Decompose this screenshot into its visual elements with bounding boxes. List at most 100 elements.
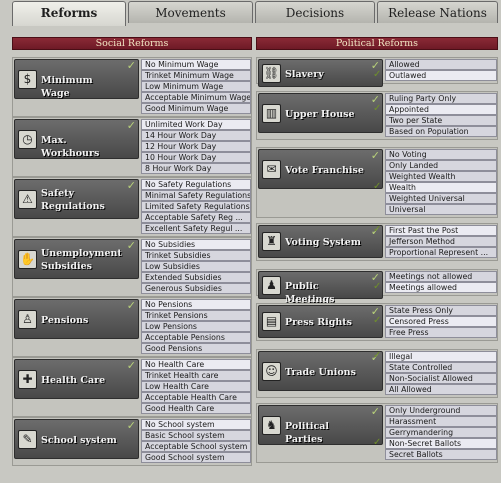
political-press-rights-option[interactable]: State Press Only (385, 305, 497, 316)
social-reforms-header: Social Reforms (12, 37, 252, 50)
political-trade-unions-option[interactable]: State Controlled (385, 362, 497, 373)
option-label: No Health Care (145, 360, 205, 369)
social-school-system-option[interactable]: Basic School system (141, 430, 251, 441)
political-upper-house-option[interactable]: Ruling Party Only (385, 93, 497, 104)
political-political-parties-option[interactable]: Harassment (385, 416, 497, 427)
social-safety-regulations-option[interactable]: Acceptable Safety Reg ... (141, 212, 251, 223)
social-minimum-wage-option[interactable]: Good Minimum Wage (141, 103, 251, 114)
social-health-care-option[interactable]: Good Health Care (141, 403, 251, 414)
social-max-workhours-option[interactable]: 10 Hour Work Day (141, 152, 251, 163)
political-voting-system-issue[interactable]: ♜ Voting System ✓ (258, 225, 383, 258)
tab-release-nations[interactable]: Release Nations (377, 1, 498, 23)
social-pensions-option[interactable]: Low Pensions (141, 321, 251, 332)
checkmark-icon: ✓ (370, 405, 380, 418)
political-trade-unions-option[interactable]: Illegal ✓ (373, 351, 497, 362)
political-upper-house-option[interactable]: Appointed ✓ (373, 104, 497, 115)
political-vote-franchise-option[interactable]: Universal (385, 204, 497, 215)
political-vote-franchise-issue[interactable]: ✉ Vote Franchise ✓ (258, 149, 383, 189)
social-health-care-issue[interactable]: ✚ Health Care ✓ (14, 359, 139, 399)
social-pensions-option[interactable]: Acceptable Pensions (141, 332, 251, 343)
political-vote-franchise-option[interactable]: Only Landed (385, 160, 497, 171)
option-label: 14 Hour Work Day (145, 131, 217, 140)
political-trade-unions-option[interactable]: All Allowed (385, 384, 497, 395)
social-unemployment-subsidies-option[interactable]: Trinket Subsidies (141, 250, 251, 261)
option-label: Jefferson Method (389, 237, 455, 246)
social-pensions-option[interactable]: No Pensions (141, 299, 251, 310)
social-minimum-wage-option[interactable]: No Minimum Wage (141, 59, 251, 70)
political-upper-house-option[interactable]: Based on Population (385, 126, 497, 137)
social-safety-regulations-issue[interactable]: ⚠ Safety Regulations ✓ (14, 179, 139, 219)
social-safety-regulations-option[interactable]: No Safety Regulations (141, 179, 251, 190)
social-max-workhours-option[interactable]: 14 Hour Work Day (141, 130, 251, 141)
social-unemployment-subsidies-option[interactable]: No Subsidies (141, 239, 251, 250)
political-trade-unions-title: Trade Unions (285, 367, 356, 378)
option-label: Excellent Safety Regul ... (145, 224, 243, 233)
social-pensions-issue[interactable]: ♙ Pensions ✓ (14, 299, 139, 339)
social-safety-regulations-option[interactable]: Limited Safety Regulations (141, 201, 251, 212)
option-label: Unlimited Work Day (145, 120, 223, 129)
political-trade-unions-option[interactable]: Non-Socialist Allowed (385, 373, 497, 384)
political-political-parties-issue[interactable]: ♞ Political Parties ✓ (258, 405, 383, 445)
political-press-rights-issue[interactable]: ▤ Press Rights ✓ (258, 305, 383, 338)
selected-check-icon: ✓ (373, 224, 382, 235)
social-pensions-option[interactable]: Good Pensions (141, 343, 251, 354)
political-press-rights-option[interactable]: Censored Press ✓ (373, 316, 497, 327)
option-label: Trinket Health care (145, 371, 219, 380)
option-label: Acceptable School system (145, 442, 248, 451)
political-political-parties-option[interactable]: Non-Secret Ballots ✓ (373, 438, 497, 449)
political-slavery-option[interactable]: Allowed (385, 59, 497, 70)
social-safety-regulations-option[interactable]: Excellent Safety Regul ... (141, 223, 251, 234)
medical-icon: ✚ (18, 370, 37, 389)
selected-check-icon: ✓ (373, 103, 382, 114)
political-public-meetings-option[interactable]: Meetings not allowed (385, 271, 497, 282)
political-trade-unions-issue[interactable]: ☺ Trade Unions ✓ (258, 351, 383, 391)
social-max-workhours-option[interactable]: Unlimited Work Day (141, 119, 251, 130)
social-max-workhours-option[interactable]: 12 Hour Work Day (141, 141, 251, 152)
political-press-rights-option[interactable]: Free Press (385, 327, 497, 338)
political-political-parties-option[interactable]: Gerrymandering (385, 427, 497, 438)
social-health-care-option[interactable]: Trinket Health care (141, 370, 251, 381)
political-political-parties-option[interactable]: Only Underground (385, 405, 497, 416)
social-health-care-option[interactable]: Acceptable Health Care (141, 392, 251, 403)
political-vote-franchise-option[interactable]: Weighted Universal (385, 193, 497, 204)
social-school-system-option[interactable]: No School system (141, 419, 251, 430)
social-school-system-issue[interactable]: ✎ School system ✓ (14, 419, 139, 459)
option-label: Low Health Care (145, 382, 209, 391)
political-voting-system-option[interactable]: Jefferson Method (385, 236, 497, 247)
social-max-workhours-issue[interactable]: ◷ Max. Workhours ✓ (14, 119, 139, 159)
political-upper-house-issue[interactable]: ▥ Upper House ✓ (258, 93, 383, 133)
social-minimum-wage-option[interactable]: Trinket Minimum Wage (141, 70, 251, 81)
checkmark-icon: ✓ (126, 299, 136, 312)
political-voting-system-option[interactable]: Proportional Represent ... (385, 247, 497, 258)
social-minimum-wage-issue[interactable]: $ Minimum Wage ✓ (14, 59, 139, 99)
political-vote-franchise-option[interactable]: Weighted Wealth (385, 171, 497, 182)
social-school-system-option[interactable]: Acceptable School system (141, 441, 251, 452)
political-voting-system-option[interactable]: First Past the Post ✓ (373, 225, 497, 236)
tab-reforms[interactable]: Reforms (12, 1, 126, 26)
tab-movements[interactable]: Movements (128, 1, 253, 23)
social-unemployment-subsidies-option[interactable]: Generous Subsidies (141, 283, 251, 294)
social-health-care-option[interactable]: No Health Care (141, 359, 251, 370)
social-unemployment-subsidies-option[interactable]: Low Subsidies (141, 261, 251, 272)
political-political-parties-option[interactable]: Secret Ballots (385, 449, 497, 460)
meeting-icon: ♟ (262, 276, 281, 295)
social-safety-regulations-option[interactable]: Minimal Safety Regulations (141, 190, 251, 201)
social-max-workhours-option[interactable]: 8 Hour Work Day (141, 163, 251, 174)
political-slavery-option[interactable]: Outlawed ✓ (373, 70, 497, 81)
social-health-care-option[interactable]: Low Health Care (141, 381, 251, 392)
social-unemployment-subsidies-issue[interactable]: ✋ Unemployment Subsidies ✓ (14, 239, 139, 279)
political-slavery-issue[interactable]: ⛓ Slavery ✓ (258, 59, 383, 87)
political-public-meetings-option[interactable]: Meetings allowed ✓ (373, 282, 497, 293)
social-pensions-option[interactable]: Trinket Pensions (141, 310, 251, 321)
political-vote-franchise-option[interactable]: Wealth ✓ (373, 182, 497, 193)
political-public-meetings-issue[interactable]: ♟ Public Meetings ✓ (258, 271, 383, 305)
school-icon: ✎ (18, 430, 37, 449)
political-vote-franchise-option[interactable]: No Voting (385, 149, 497, 160)
tab-decisions[interactable]: Decisions (255, 1, 375, 23)
social-unemployment-subsidies-option[interactable]: Extended Subsidies (141, 272, 251, 283)
social-minimum-wage-option[interactable]: Acceptable Minimum Wage (141, 92, 251, 103)
social-school-system-option[interactable]: Good School system (141, 452, 251, 463)
social-minimum-wage-option[interactable]: Low Minimum Wage (141, 81, 251, 92)
political-upper-house-option[interactable]: Two per State (385, 115, 497, 126)
option-label: Non-Secret Ballots (389, 439, 462, 448)
